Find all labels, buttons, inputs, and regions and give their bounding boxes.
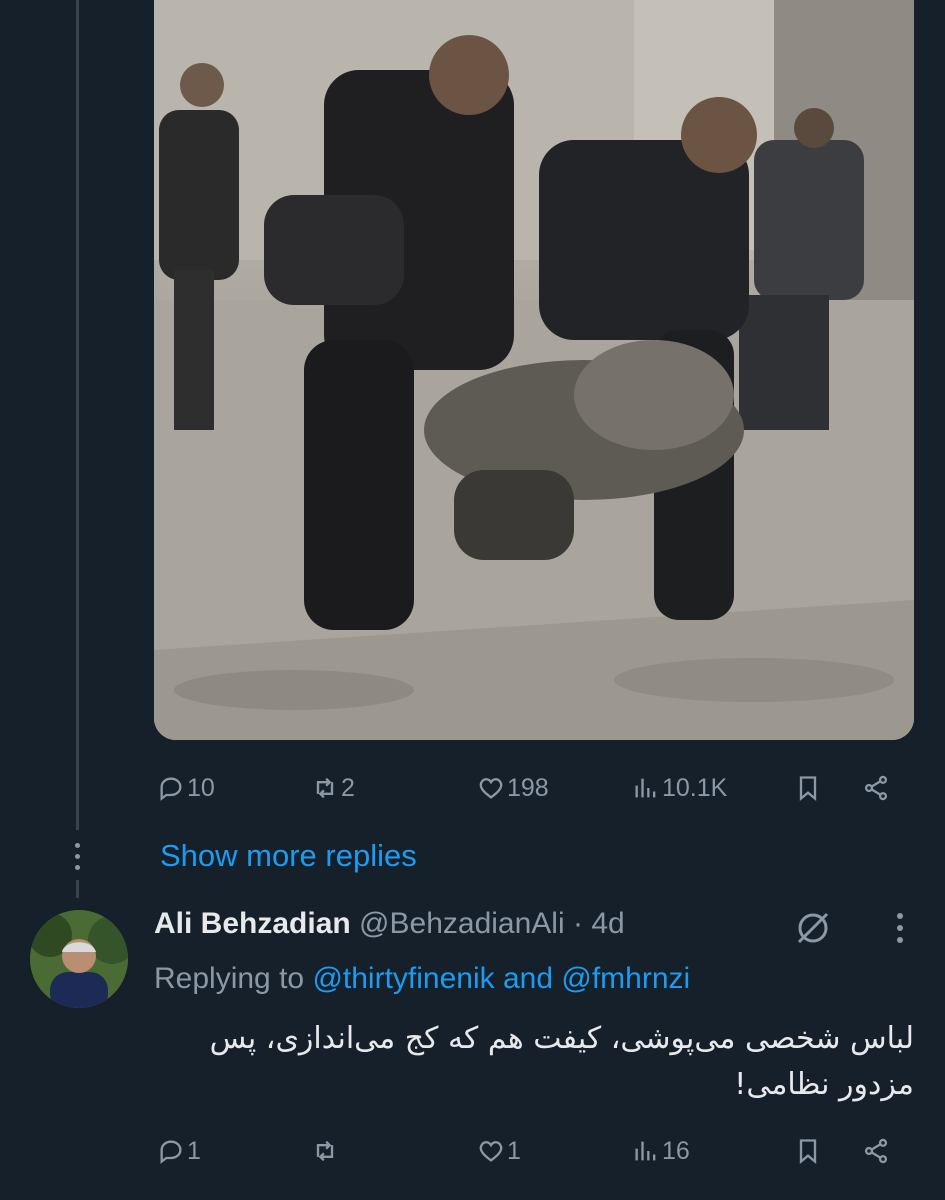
reply-count: 10 xyxy=(187,773,215,802)
retweet-icon xyxy=(316,1140,334,1162)
like-icon xyxy=(479,778,503,799)
views-count: 16 xyxy=(662,1136,690,1165)
reply-button[interactable]: 1 xyxy=(157,1137,201,1166)
bookmark-button[interactable] xyxy=(794,1137,822,1165)
mention-conjunction[interactable]: and xyxy=(503,962,553,995)
retweet-count: 2 xyxy=(341,773,355,802)
thread-line-bottom xyxy=(76,880,79,898)
bookmark-icon xyxy=(799,776,817,801)
author-handle[interactable]: @BehzadianAli xyxy=(359,907,565,940)
tweet-2-header: Ali Behzadian @BehzadianAli · 4d xyxy=(154,907,625,941)
reply-icon xyxy=(160,1140,182,1164)
avatar[interactable] xyxy=(30,910,128,1008)
views-button[interactable]: 10.1K xyxy=(632,774,727,803)
thread-dots xyxy=(72,843,82,876)
like-button[interactable]: 198 xyxy=(477,774,549,803)
retweet-button[interactable] xyxy=(311,1137,341,1165)
tweet-media-photo[interactable] xyxy=(154,0,914,740)
more-options-icon[interactable] xyxy=(880,908,920,948)
tweet-2-actions: 1 1 16 xyxy=(154,1129,914,1173)
views-count: 10.1K xyxy=(662,773,728,802)
share-button[interactable] xyxy=(862,774,890,802)
like-button[interactable]: 1 xyxy=(477,1137,521,1166)
mention-link[interactable]: @thirtyfinenik xyxy=(312,962,494,995)
tweet-timestamp[interactable]: 4d xyxy=(591,907,624,940)
show-more-replies-link[interactable]: Show more replies xyxy=(160,838,417,874)
author-name[interactable]: Ali Behzadian xyxy=(154,907,351,940)
tweet-1-actions: 10 2 198 10.1K xyxy=(154,766,914,810)
header-separator: · xyxy=(572,907,583,940)
bookmark-icon xyxy=(799,1139,817,1164)
thread-line-top xyxy=(76,0,79,830)
reply-count: 1 xyxy=(187,1136,201,1165)
views-icon xyxy=(635,1141,656,1161)
mention-link[interactable]: @fmhrnzi xyxy=(561,962,690,995)
like-count: 1 xyxy=(507,1136,521,1165)
tweet-text: لباس شخصی می‌پوشی، کیفت هم که کج می‌اندا… xyxy=(154,1016,914,1108)
like-icon xyxy=(479,1141,503,1162)
retweet-icon xyxy=(316,777,334,799)
share-icon xyxy=(864,1138,888,1164)
like-count: 198 xyxy=(507,773,549,802)
reply-icon xyxy=(160,777,182,801)
views-icon xyxy=(635,778,656,798)
replying-to-label: Replying to xyxy=(154,962,305,995)
share-button[interactable] xyxy=(862,1137,890,1165)
share-icon xyxy=(864,775,888,801)
replying-to: Replying to @thirtyfinenik and @fmhrnzi xyxy=(154,962,690,996)
retweet-button[interactable]: 2 xyxy=(311,774,355,803)
tweet-text-line: لباس شخصی می‌پوشی، کیفت هم که کج می‌اندا… xyxy=(209,1021,914,1056)
views-button[interactable]: 16 xyxy=(632,1137,690,1166)
bookmark-button[interactable] xyxy=(794,774,822,802)
reply-button[interactable]: 10 xyxy=(157,774,215,803)
tweet-text-line: مزدور نظامی! xyxy=(734,1067,914,1102)
grok-icon[interactable] xyxy=(793,908,833,948)
